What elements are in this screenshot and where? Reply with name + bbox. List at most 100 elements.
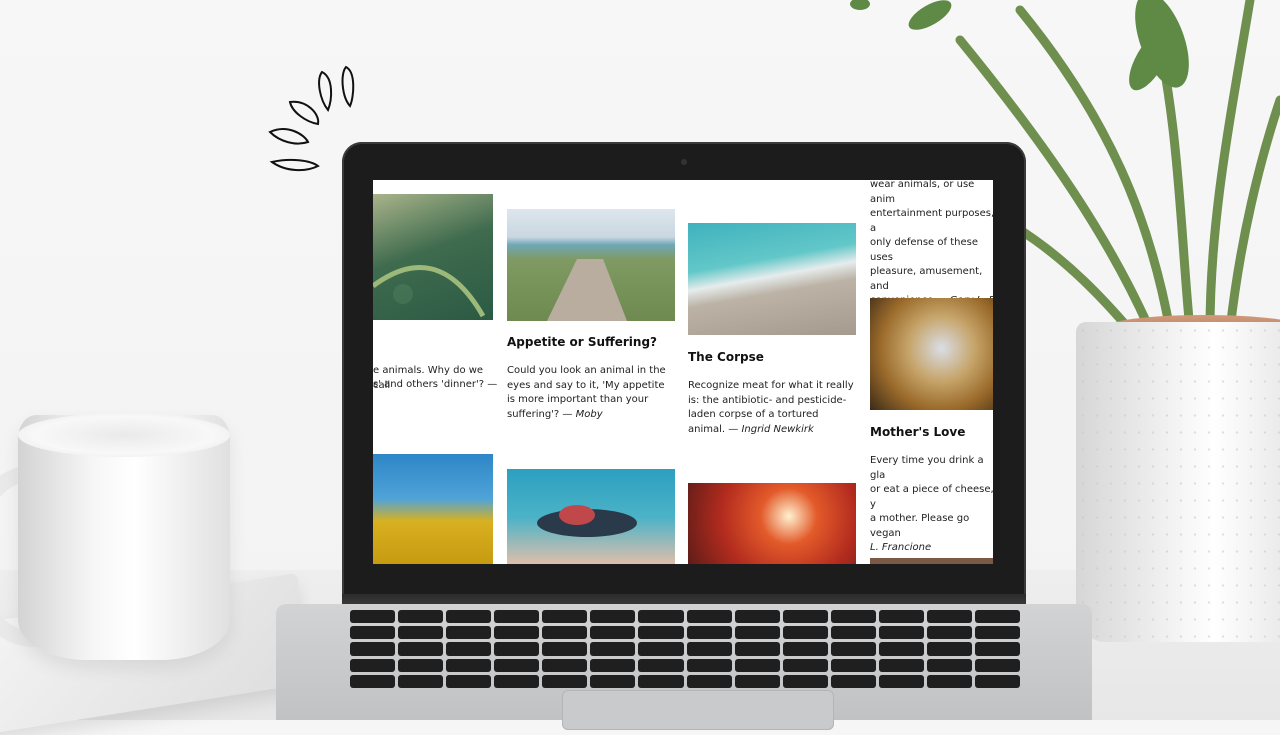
- quote-line: L. Francione: [870, 541, 993, 556]
- quote-line: wear animals, or use anim: [870, 180, 975, 205]
- key[interactable]: [686, 642, 732, 656]
- key[interactable]: [398, 626, 444, 640]
- quote-author: Ingrid Newkirk: [741, 423, 814, 435]
- key[interactable]: [638, 642, 684, 656]
- key[interactable]: [638, 610, 684, 624]
- key[interactable]: [974, 674, 1020, 688]
- key[interactable]: [446, 658, 492, 672]
- card-quote-corpse: Recognize meat for what it really is: th…: [688, 379, 856, 437]
- key[interactable]: [878, 610, 924, 624]
- quote-line: or eat a piece of cheese, y: [870, 484, 993, 510]
- key[interactable]: [830, 642, 876, 656]
- card-title-mothers-love[interactable]: Mother's Love: [870, 425, 965, 439]
- key[interactable]: [878, 626, 924, 640]
- key[interactable]: [494, 642, 540, 656]
- key[interactable]: [542, 610, 588, 624]
- key[interactable]: [926, 658, 972, 672]
- key[interactable]: [542, 674, 588, 688]
- key[interactable]: [590, 642, 636, 656]
- webcam-icon: [681, 159, 687, 165]
- key[interactable]: [350, 674, 396, 688]
- key[interactable]: [446, 642, 492, 656]
- key[interactable]: [398, 642, 444, 656]
- mug-rim: [18, 413, 230, 457]
- card-title-appetite[interactable]: Appetite or Suffering?: [507, 335, 657, 349]
- key[interactable]: [446, 674, 492, 688]
- photo-cloud-sky[interactable]: [507, 469, 675, 564]
- key[interactable]: [926, 610, 972, 624]
- key[interactable]: [686, 610, 732, 624]
- key[interactable]: [350, 642, 396, 656]
- key[interactable]: [974, 610, 1020, 624]
- key[interactable]: [638, 626, 684, 640]
- key[interactable]: [542, 626, 588, 640]
- photo-beach-boardwalk[interactable]: [507, 209, 675, 321]
- key[interactable]: [542, 658, 588, 672]
- key[interactable]: [926, 642, 972, 656]
- key[interactable]: [830, 674, 876, 688]
- key[interactable]: [398, 610, 444, 624]
- key[interactable]: [590, 674, 636, 688]
- key[interactable]: [878, 658, 924, 672]
- key[interactable]: [686, 658, 732, 672]
- keyboard[interactable]: [350, 610, 1020, 688]
- key[interactable]: [782, 642, 828, 656]
- key[interactable]: [878, 674, 924, 688]
- quote-line: only defense of these uses: [870, 237, 978, 263]
- key[interactable]: [782, 610, 828, 624]
- key[interactable]: [734, 642, 780, 656]
- key[interactable]: [638, 674, 684, 688]
- photo-autumn-tree[interactable]: [688, 483, 856, 564]
- photo-grass-dew[interactable]: [373, 194, 493, 320]
- key[interactable]: [926, 674, 972, 688]
- trackpad[interactable]: [562, 690, 834, 730]
- key[interactable]: [398, 674, 444, 688]
- key[interactable]: [494, 674, 540, 688]
- quote-author: L. Francione: [870, 542, 932, 553]
- key[interactable]: [974, 658, 1020, 672]
- key[interactable]: [590, 626, 636, 640]
- key[interactable]: [350, 610, 396, 624]
- key[interactable]: [350, 658, 396, 672]
- key[interactable]: [974, 626, 1020, 640]
- plant-pot: [1076, 322, 1280, 642]
- key[interactable]: [830, 626, 876, 640]
- card-quote-appetite: Could you look an animal in the eyes and…: [507, 364, 675, 422]
- key[interactable]: [494, 658, 540, 672]
- key[interactable]: [494, 610, 540, 624]
- key[interactable]: [830, 610, 876, 624]
- quote-author: Moby: [575, 408, 603, 420]
- key[interactable]: [974, 642, 1020, 656]
- laptop-screen: e animals. Why do we call s' and others …: [373, 180, 993, 564]
- key[interactable]: [782, 674, 828, 688]
- photo-partial-bottom[interactable]: [870, 558, 993, 564]
- key[interactable]: [398, 658, 444, 672]
- photo-tree-canopy[interactable]: [870, 298, 993, 410]
- key[interactable]: [734, 658, 780, 672]
- key[interactable]: [590, 658, 636, 672]
- key[interactable]: [686, 674, 732, 688]
- key[interactable]: [350, 626, 396, 640]
- key[interactable]: [494, 626, 540, 640]
- key[interactable]: [446, 610, 492, 624]
- key[interactable]: [590, 610, 636, 624]
- key[interactable]: [830, 658, 876, 672]
- card-quote-partial-2: s' and others 'dinner'? —: [373, 379, 498, 390]
- key[interactable]: [446, 626, 492, 640]
- key[interactable]: [878, 642, 924, 656]
- photo-ocean-shore[interactable]: [688, 223, 856, 335]
- key[interactable]: [638, 658, 684, 672]
- key[interactable]: [542, 642, 588, 656]
- photo-yellow-flowers[interactable]: [373, 454, 493, 564]
- key[interactable]: [782, 658, 828, 672]
- key[interactable]: [926, 626, 972, 640]
- quote-line: pleasure, amusement, and: [870, 266, 983, 292]
- key[interactable]: [686, 626, 732, 640]
- card-quote-mothers-love: Every time you drink a gla or eat a piec…: [870, 454, 993, 556]
- key[interactable]: [782, 626, 828, 640]
- key[interactable]: [734, 626, 780, 640]
- key[interactable]: [734, 674, 780, 688]
- key[interactable]: [734, 610, 780, 624]
- card-title-corpse[interactable]: The Corpse: [688, 350, 764, 364]
- quote-line: a mother. Please go vegan: [870, 513, 970, 539]
